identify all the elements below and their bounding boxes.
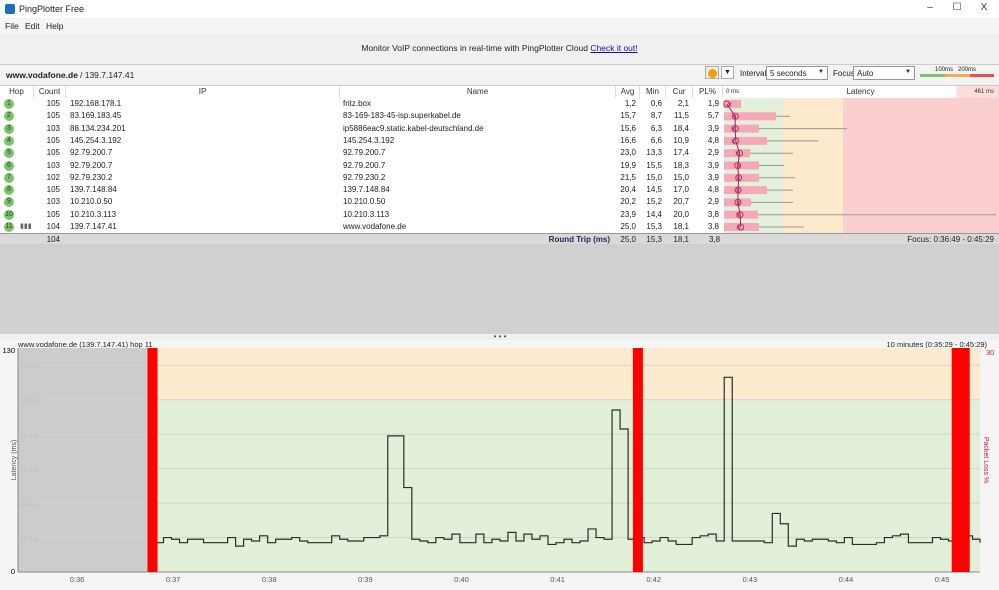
y-tick-label: 40 ms [20, 501, 38, 508]
y-min-label: 0 [11, 567, 15, 576]
no-data-region [18, 348, 156, 572]
app-icon [5, 4, 15, 14]
title-bar: PingPlotter Free – ☐ X [0, 0, 999, 18]
minimize-button[interactable]: – [918, 2, 942, 16]
latency-bar [724, 186, 767, 195]
latency-graph: ××××××××××× [723, 100, 996, 232]
y-axis-label: Latency (ms) [11, 440, 18, 480]
interval-select[interactable]: 5 seconds ▼ [766, 66, 828, 80]
close-button[interactable]: X [972, 2, 996, 16]
x-tick-label: 0:45 [935, 575, 950, 584]
x-tick-label: 0:42 [646, 575, 661, 584]
x-tick-label: 0:38 [262, 575, 277, 584]
x-tick-label: 0:43 [743, 575, 758, 584]
maximize-button[interactable]: ☐ [945, 2, 969, 16]
scale-200: 200ms [958, 67, 977, 73]
banner-link[interactable]: Check it out! [590, 43, 637, 53]
latency-scale-legend: 100ms 200ms [920, 67, 994, 79]
target-host: www.vodafone.de [6, 70, 78, 80]
interval-label: Interval [740, 69, 767, 78]
window-title: PingPlotter Free [19, 4, 85, 14]
scale-100: 100ms [935, 67, 954, 73]
target-ip: / 139.7.147.41 [80, 70, 135, 80]
packet-loss-bar [632, 348, 643, 572]
y2-max-label: 30 [986, 348, 994, 357]
latency-band [18, 348, 980, 400]
promo-banner: Monitor VoIP connections in real-time wi… [0, 36, 999, 60]
pause-icon [707, 69, 717, 78]
x-tick-label: 0:40 [454, 575, 469, 584]
latency-bar [724, 161, 759, 170]
empty-area [0, 244, 999, 334]
latency-chart[interactable]: 20 ms 40 ms 60 ms 80 ms 100 ms 120 ms 130 0 30 La… [0, 340, 999, 590]
totals-row: 104 Round Trip (ms) 25,0 15,3 18,1 3,8 F… [0, 233, 999, 244]
y-tick-label: 80 ms [20, 432, 38, 439]
y-tick-label: 20 ms [20, 536, 38, 543]
latency-bar [724, 124, 759, 133]
focus-value: Auto [857, 69, 874, 78]
y-tick-label: 120 ms [20, 363, 42, 370]
packet-loss-bar [951, 348, 970, 572]
banner-text: Monitor VoIP connections in real-time wi… [361, 43, 591, 53]
focus-label: Focus [833, 69, 855, 78]
x-tick-label: 0:36 [70, 575, 85, 584]
chevron-down-icon: ▼ [905, 69, 911, 75]
focus-select[interactable]: Auto ▼ [853, 66, 915, 80]
menu-bar: File Edit Help [0, 18, 999, 34]
y-tick-label: 100 ms [20, 398, 42, 405]
packet-loss-bar [147, 348, 158, 572]
interval-value: 5 seconds [770, 69, 807, 78]
chevron-down-icon: ▼ [818, 69, 824, 75]
y-max-label: 130 [2, 346, 15, 355]
timeline-chart: www.vodafone.de (139.7.147.41) hop 11 10… [0, 340, 999, 590]
x-tick-label: 0:44 [839, 575, 854, 584]
y-tick-label: 60 ms [20, 467, 38, 474]
x-tick-label: 0:39 [358, 575, 373, 584]
menu-help[interactable]: Help [46, 21, 63, 31]
y2-axis-label: Packet Loss % [982, 437, 989, 483]
pause-dropdown[interactable]: ▼ [721, 66, 734, 79]
menu-edit[interactable]: Edit [25, 21, 40, 31]
x-tick-label: 0:37 [166, 575, 181, 584]
latency-band [18, 399, 980, 572]
menu-file[interactable]: File [5, 21, 19, 31]
trace-table: Hop Count IP Name Avg Min Cur PL% 0 ms L… [0, 85, 999, 234]
pause-button[interactable] [705, 66, 719, 79]
x-tick-label: 0:41 [550, 575, 565, 584]
